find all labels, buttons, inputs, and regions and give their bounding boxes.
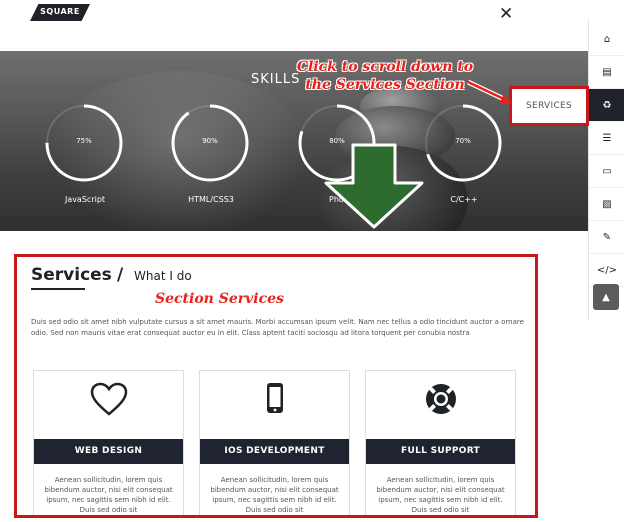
card-title: IOS DEVELOPMENT	[200, 439, 349, 464]
sidebar-item-resume[interactable]: ☰	[589, 122, 624, 155]
skill-html-css: 90% HTML/CSS3	[170, 103, 252, 204]
skill-value: 70%	[455, 137, 471, 145]
annotation-callout-text: Click to scroll down to the Services Sec…	[290, 58, 480, 94]
sidebar-item-about[interactable]: ▤	[589, 56, 624, 89]
sidebar-item-pricing[interactable]: ▭	[589, 155, 624, 188]
services-title: Services	[31, 265, 112, 285]
scroll-to-top-button[interactable]: ▲	[593, 284, 619, 310]
logo-text: SQUARE	[40, 7, 80, 16]
image-icon: ▨	[602, 198, 612, 210]
card-text: Aenean sollicitudin, lorem quis bibendum…	[376, 476, 505, 514]
skill-name: HTML/CSS3	[188, 195, 234, 204]
service-card-full-support: FULL SUPPORT Aenean sollicitudin, lorem …	[365, 370, 516, 515]
skill-value: 75%	[76, 137, 92, 145]
scroll-down-arrow-icon	[324, 143, 424, 229]
services-subtitle: What I do	[134, 269, 192, 283]
sidebar-item-services[interactable]: ♻	[589, 89, 624, 122]
title-slash: /	[117, 265, 124, 285]
lifebuoy-icon	[366, 381, 515, 417]
phone-icon	[200, 381, 349, 417]
sidebar-item-portfolio[interactable]: ▨	[589, 188, 624, 221]
right-sidebar-nav: ⌂ ▤ ♻ ☰ ▭ ▨ ✎ </>	[588, 20, 624, 320]
chevron-up-icon: ▲	[602, 291, 610, 303]
card-title: WEB DESIGN	[34, 439, 183, 464]
book-icon: ▤	[602, 66, 612, 78]
skill-name: C/C++	[450, 195, 478, 204]
services-nav-callout[interactable]: SERVICES	[509, 86, 589, 126]
sidebar-item-blog[interactable]: ✎	[589, 221, 624, 254]
skill-javascript: 75% JavaScript	[44, 103, 126, 204]
card-title: FULL SUPPORT	[366, 439, 515, 464]
recycle-icon: ♻	[602, 99, 612, 111]
card-text: Aenean sollicitudin, lorem quis bibendum…	[210, 476, 339, 514]
heart-icon	[34, 381, 183, 417]
code-icon: </>	[596, 264, 618, 276]
service-card-web-design: WEB DESIGN Aenean sollicitudin, lorem qu…	[33, 370, 184, 515]
logo[interactable]: SQUARE	[30, 4, 90, 21]
title-underline	[31, 288, 85, 290]
skill-value: 90%	[202, 137, 218, 145]
sidebar-item-code[interactable]: </>	[589, 254, 624, 287]
skill-c-cpp: 70% C/C++	[423, 103, 505, 204]
annotation-line-1: Click to scroll down to	[296, 59, 474, 75]
sidebar-item-home[interactable]: ⌂	[589, 23, 624, 56]
service-card-ios-development: IOS DEVELOPMENT Aenean sollicitudin, lor…	[199, 370, 350, 515]
section-services-annotation: Section Services	[155, 291, 284, 307]
services-nav-label: SERVICES	[525, 101, 573, 111]
services-description: Duis sed odio sit amet nibh vulputate cu…	[31, 318, 524, 337]
skill-name: JavaScript	[64, 195, 106, 204]
services-section: Services / What I do Section Services Du…	[14, 254, 538, 518]
home-icon: ⌂	[603, 33, 611, 45]
close-icon[interactable]: ✕	[499, 4, 513, 24]
annotation-line-2: the Services Section	[305, 77, 465, 93]
card-text: Aenean sollicitudin, lorem quis bibendum…	[44, 476, 173, 514]
top-bar: SQUARE ✕	[0, 0, 588, 28]
list-icon: ☰	[602, 132, 612, 144]
card-icon: ▭	[602, 165, 612, 177]
edit-icon: ✎	[602, 231, 612, 243]
